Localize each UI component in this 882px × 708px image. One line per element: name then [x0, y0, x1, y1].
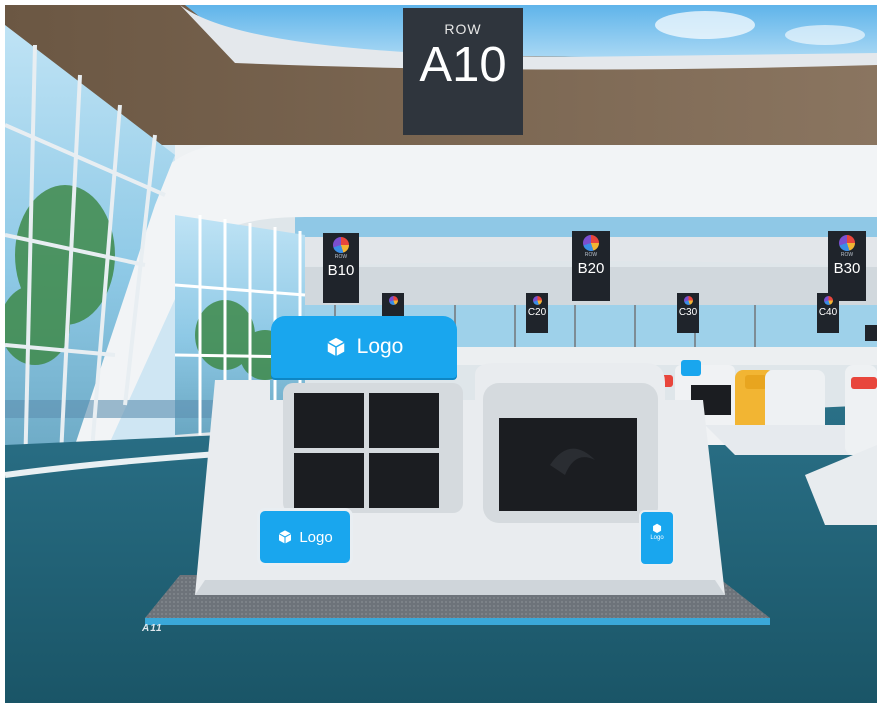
- booth-side-sign-text: Logo: [650, 535, 664, 541]
- booth-floor-code: A11: [142, 623, 163, 634]
- booth-logo-text: Logo: [356, 335, 404, 358]
- emblem-icon: [532, 296, 542, 305]
- hanging-banner-c20: C20: [526, 293, 548, 333]
- cube-logo-icon: [327, 337, 345, 357]
- banner-code: B30: [833, 260, 861, 277]
- banner-code: C40: [818, 307, 838, 318]
- booth-logo-header[interactable]: Logo: [271, 316, 457, 378]
- emblem-icon: [683, 296, 693, 305]
- booth-front-logo[interactable]: Logo: [257, 508, 353, 566]
- hanging-banner-c30: C30: [677, 293, 699, 333]
- hanging-banner-b20: ROW B20: [572, 231, 610, 301]
- booth-side-sign[interactable]: ⬢ Logo: [639, 510, 675, 566]
- row-sign-number: A10: [419, 38, 507, 92]
- banner-tiny-text: ROW: [584, 252, 598, 258]
- row-sign: ROW A10: [403, 8, 523, 135]
- emblem-icon: [839, 235, 855, 251]
- banner-tiny-text: ROW: [840, 252, 854, 258]
- banner-code: B20: [577, 260, 605, 277]
- banner-code: C30: [678, 307, 698, 318]
- banner-code: B10: [327, 262, 355, 279]
- hanging-banner-b10: ROW B10: [323, 233, 359, 303]
- cube-logo-icon: [279, 530, 292, 544]
- emblem-icon: [333, 237, 349, 253]
- hanging-banner-b30: ROW B30: [828, 231, 866, 301]
- banner-tiny-text: ROW: [334, 254, 348, 260]
- banner-code: C20: [527, 307, 547, 318]
- row-sign-label: ROW: [444, 21, 482, 37]
- emblem-icon: [823, 296, 833, 305]
- virtual-expo-hall: ROW A10 ROW B10 ROW B20 ROW B30 C20 C30 …: [5, 5, 877, 703]
- hanging-banner-c40: C40: [817, 293, 839, 333]
- booth-front-logo-text: Logo: [299, 528, 333, 546]
- cube-logo-icon: ⬢: [652, 523, 662, 535]
- emblem-icon: [583, 235, 599, 251]
- emblem-icon: [388, 296, 398, 305]
